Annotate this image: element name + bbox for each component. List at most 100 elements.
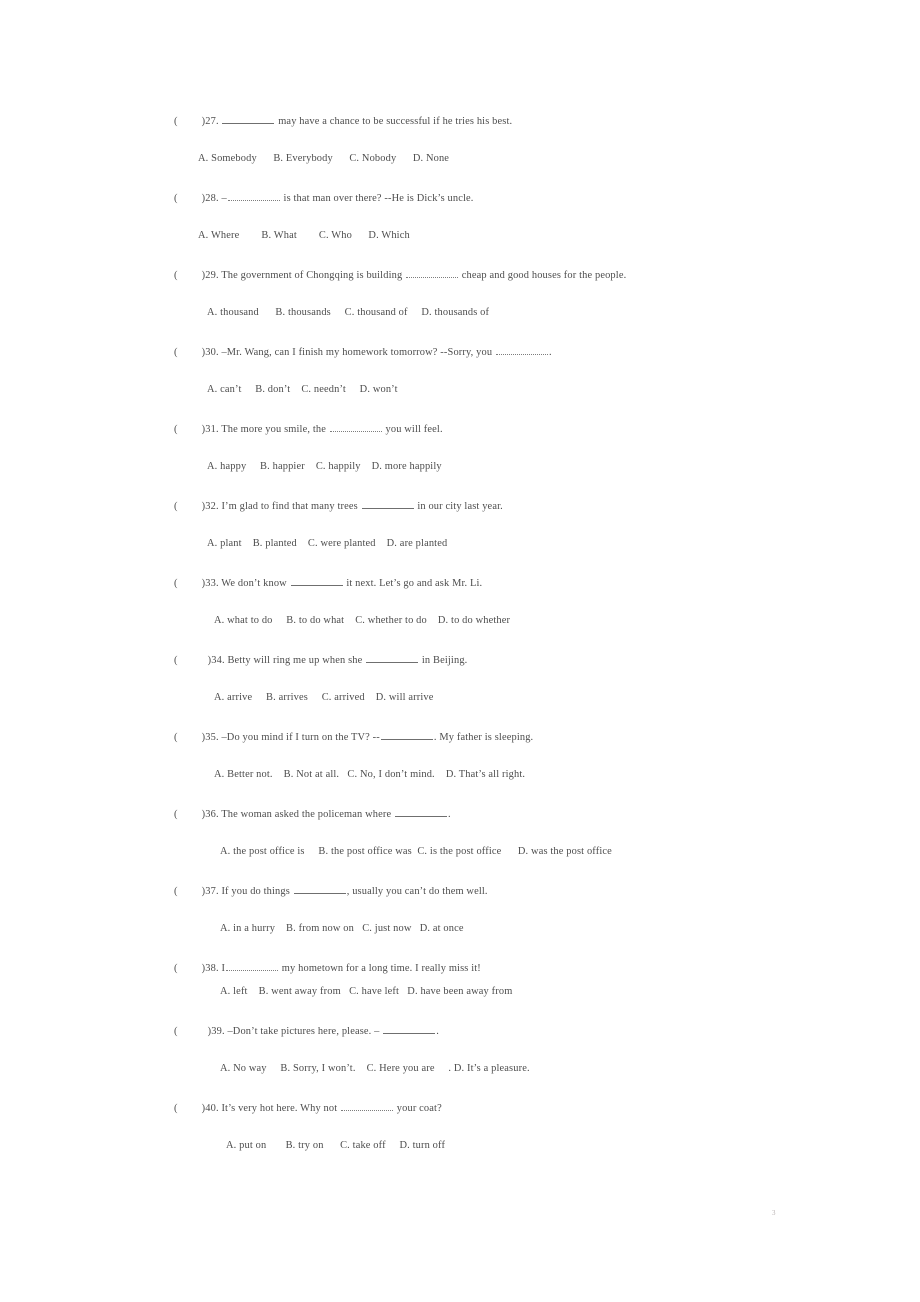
stem-text-after-blank: . My father is sleeping. — [433, 732, 534, 743]
option-choice[interactable]: A. thousand — [207, 306, 259, 320]
option-choice[interactable]: A. plant — [207, 537, 242, 551]
answer-slot[interactable] — [178, 808, 202, 822]
fill-in-blank[interactable] — [495, 345, 548, 355]
option-choice[interactable]: C. have left — [349, 985, 399, 999]
fill-in-blank[interactable] — [341, 1101, 394, 1111]
option-choice[interactable]: D. will arrive — [376, 691, 434, 705]
option-choice[interactable]: A. left — [220, 985, 248, 999]
option-choice[interactable]: C. Here you are — [367, 1062, 435, 1076]
question-stem: ( )36. The woman asked the policeman whe… — [174, 807, 874, 822]
answer-slot[interactable] — [178, 962, 202, 976]
fill-in-blank[interactable] — [383, 1024, 436, 1034]
option-choice[interactable]: A. happy — [207, 460, 246, 474]
option-choice[interactable]: D. was the post office — [518, 845, 612, 859]
option-choice[interactable]: B. What — [261, 229, 297, 243]
option-choice[interactable]: A. can’t — [207, 383, 241, 397]
fill-in-blank[interactable] — [290, 576, 343, 586]
option-choice[interactable]: D. are planted — [387, 537, 448, 551]
fill-in-blank[interactable] — [227, 191, 280, 201]
answer-slot[interactable] — [178, 731, 202, 745]
option-choice[interactable]: D. That’s all right. — [446, 768, 525, 782]
answer-slot[interactable] — [178, 577, 202, 591]
option-choice[interactable]: B. planted — [253, 537, 297, 551]
question-number: 40. — [205, 1103, 219, 1114]
option-choice[interactable]: B. the post office was — [318, 845, 411, 859]
option-choice[interactable]: C. arrived — [322, 691, 365, 705]
option-spacer — [376, 538, 387, 549]
option-row: A. Where B. What C. Who D. Which — [198, 229, 410, 243]
question-number: 34. — [211, 655, 225, 666]
fill-in-blank[interactable] — [222, 114, 275, 124]
option-choice[interactable]: A. what to do — [214, 614, 273, 628]
option-choice[interactable]: C. just now — [362, 922, 411, 936]
option-choice[interactable]: B. Not at all. — [284, 768, 340, 782]
option-choice[interactable]: A. put on — [226, 1139, 266, 1153]
option-choice[interactable]: B. from now on — [286, 922, 354, 936]
option-choice[interactable]: A. No way — [220, 1062, 267, 1076]
answer-slot[interactable] — [178, 192, 202, 206]
option-choice[interactable]: D. None — [413, 152, 449, 166]
fill-in-blank[interactable] — [380, 730, 433, 740]
fill-in-blank[interactable] — [329, 422, 382, 432]
option-choice[interactable]: C. needn’t — [301, 383, 346, 397]
option-choice[interactable]: B. Sorry, I won’t. — [280, 1062, 355, 1076]
fill-in-blank[interactable] — [366, 653, 419, 663]
option-choice[interactable]: A. arrive — [214, 691, 252, 705]
option-choice[interactable]: B. happier — [260, 460, 305, 474]
option-choice[interactable]: B. to do what — [286, 614, 344, 628]
option-choice[interactable]: C. take off — [340, 1139, 386, 1153]
fill-in-blank[interactable] — [395, 807, 448, 817]
option-row: A. Somebody B. Everybody C. Nobody D. No… — [198, 152, 449, 166]
option-choice[interactable]: B. arrives — [266, 691, 308, 705]
option-choice[interactable]: C. whether to do — [355, 614, 427, 628]
option-choice[interactable]: A. Somebody — [198, 152, 257, 166]
option-choice[interactable]: B. try on — [286, 1139, 324, 1153]
option-choice[interactable]: D. turn off — [399, 1139, 445, 1153]
option-choice[interactable]: B. don’t — [255, 383, 290, 397]
fill-in-blank[interactable] — [226, 961, 279, 971]
option-choice[interactable]: D. at once — [420, 922, 464, 936]
option-choice[interactable]: A. Where — [198, 229, 239, 243]
answer-slot[interactable] — [178, 115, 202, 129]
stem-text-after-blank: . — [436, 1026, 440, 1037]
fill-in-blank[interactable] — [293, 884, 346, 894]
answer-slot[interactable] — [178, 346, 202, 360]
option-choice[interactable]: D. Which — [368, 229, 409, 243]
stem-text-after-blank: may have a chance to be successful if he… — [275, 116, 513, 127]
option-row: A. in a hurry B. from now on C. just now… — [220, 922, 464, 936]
option-choice[interactable]: D. to do whether — [438, 614, 510, 628]
answer-slot[interactable] — [178, 1025, 208, 1039]
option-choice[interactable]: A. Better not. — [214, 768, 273, 782]
question-stem: ( )27. may have a chance to be successfu… — [174, 114, 874, 129]
fill-in-blank[interactable] — [361, 499, 414, 509]
answer-slot[interactable] — [178, 500, 202, 514]
option-choice[interactable]: C. were planted — [308, 537, 376, 551]
answer-slot[interactable] — [178, 885, 202, 899]
question-stem: ( )40. It’s very hot here. Why not your … — [174, 1101, 874, 1116]
option-choice[interactable]: C. No, I don’t mind. — [347, 768, 434, 782]
option-choice[interactable]: A. the post office is — [220, 845, 305, 859]
option-choice[interactable]: C. Nobody — [349, 152, 396, 166]
option-choice[interactable]: C. thousand of — [345, 306, 408, 320]
option-choice[interactable]: C. is the post office — [417, 845, 501, 859]
option-choice[interactable]: B. Everybody — [273, 152, 333, 166]
option-choice[interactable]: D. thousands of — [421, 306, 489, 320]
answer-slot[interactable] — [178, 654, 208, 668]
answer-slot[interactable] — [178, 269, 202, 283]
option-row: A. can’t B. don’t C. needn’t D. won’t — [207, 383, 398, 397]
option-spacer — [257, 153, 274, 164]
option-choice[interactable]: . D. It’s a pleasure. — [448, 1062, 529, 1076]
option-choice[interactable]: D. have been away from — [407, 985, 512, 999]
option-choice[interactable]: B. went away from — [259, 985, 341, 999]
answer-slot[interactable] — [178, 423, 202, 437]
question-number: 32. — [205, 501, 219, 512]
option-choice[interactable]: D. won’t — [360, 383, 398, 397]
option-spacer — [248, 986, 259, 997]
option-choice[interactable]: C. Who — [319, 229, 352, 243]
fill-in-blank[interactable] — [406, 268, 459, 278]
answer-slot[interactable] — [178, 1102, 202, 1116]
option-choice[interactable]: D. more happily — [372, 460, 442, 474]
option-choice[interactable]: C. happily — [316, 460, 361, 474]
option-choice[interactable]: B. thousands — [275, 306, 331, 320]
option-choice[interactable]: A. in a hurry — [220, 922, 275, 936]
